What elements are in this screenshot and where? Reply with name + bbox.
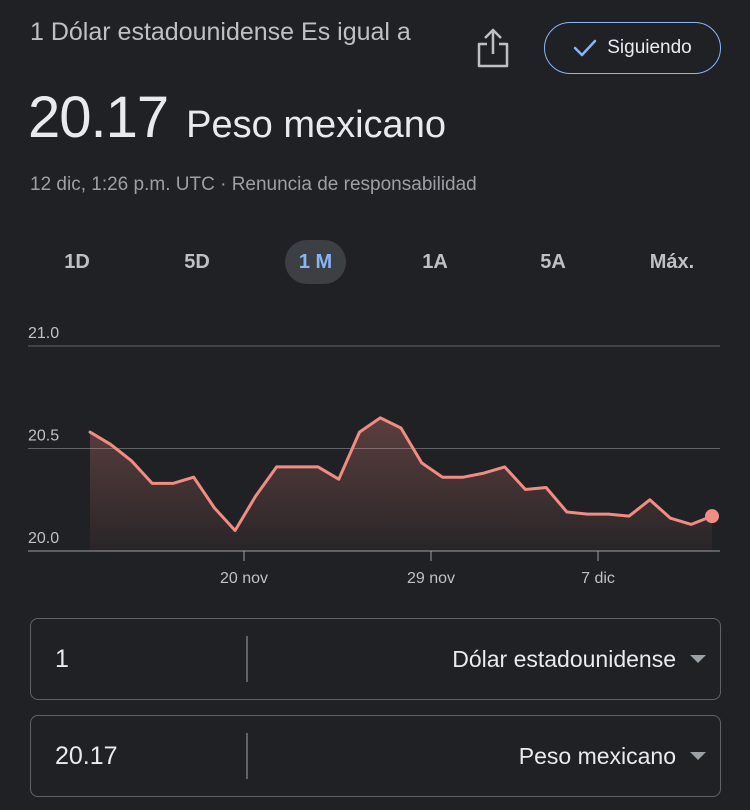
y-tick-label: 21.0: [28, 325, 59, 342]
share-icon: [477, 28, 509, 68]
exchange-rate-chart[interactable]: 21.0 20.5 20.0 20 nov 29 nov 7 dic: [0, 320, 750, 600]
tab-1a[interactable]: 1A: [404, 240, 466, 284]
from-currency-row: 1 Dólar estadounidense: [30, 618, 721, 700]
rate-value: 20.17: [28, 85, 169, 150]
current-value-marker: [705, 509, 719, 524]
currency-converter-card: 1 Dólar estadounidense Es igual a Siguie…: [0, 0, 750, 810]
following-label: Siguiendo: [607, 37, 692, 58]
check-icon: [573, 39, 597, 57]
x-tick-label: 20 nov: [220, 570, 268, 587]
disclaimer-link[interactable]: Renuncia de responsabilidad: [232, 174, 477, 195]
divider: [246, 733, 248, 779]
update-time: 12 dic, 1:26 p.m. UTC ·: [30, 174, 232, 195]
chevron-down-icon: [690, 752, 706, 760]
conversion-subtitle: 1 Dólar estadounidense Es igual a: [30, 18, 411, 46]
divider: [246, 636, 248, 682]
chevron-down-icon: [690, 655, 706, 663]
tab-1m[interactable]: 1 M: [285, 240, 346, 284]
tab-max[interactable]: Máx.: [638, 240, 706, 284]
following-button[interactable]: Siguiendo: [544, 22, 721, 74]
y-tick-label: 20.5: [28, 428, 59, 445]
from-amount-input[interactable]: 1: [55, 619, 69, 699]
tab-5a[interactable]: 5A: [522, 240, 584, 284]
tab-5d[interactable]: 5D: [166, 240, 228, 284]
exchange-rate: 20.17 Peso mexicano: [28, 84, 446, 151]
y-tick-label: 20.0: [28, 530, 59, 547]
tab-1d[interactable]: 1D: [46, 240, 108, 284]
to-currency-select[interactable]: Peso mexicano: [519, 716, 706, 796]
from-currency-label: Dólar estadounidense: [452, 645, 676, 672]
to-amount-input[interactable]: 20.17: [55, 716, 118, 796]
x-tick-label: 7 dic: [581, 570, 615, 587]
share-button[interactable]: [470, 24, 516, 72]
to-currency-row: 20.17 Peso mexicano: [30, 715, 721, 797]
time-range-tabs: 1D 5D 1 M 1A 5A Máx.: [18, 240, 732, 284]
area-fill: [90, 417, 712, 551]
from-currency-select[interactable]: Dólar estadounidense: [452, 619, 706, 699]
x-tick-label: 29 nov: [407, 570, 455, 587]
to-currency-label: Peso mexicano: [518, 742, 676, 769]
rate-unit: Peso mexicano: [186, 104, 446, 146]
timestamp-line: 12 dic, 1:26 p.m. UTC · Renuncia de resp…: [30, 174, 477, 196]
